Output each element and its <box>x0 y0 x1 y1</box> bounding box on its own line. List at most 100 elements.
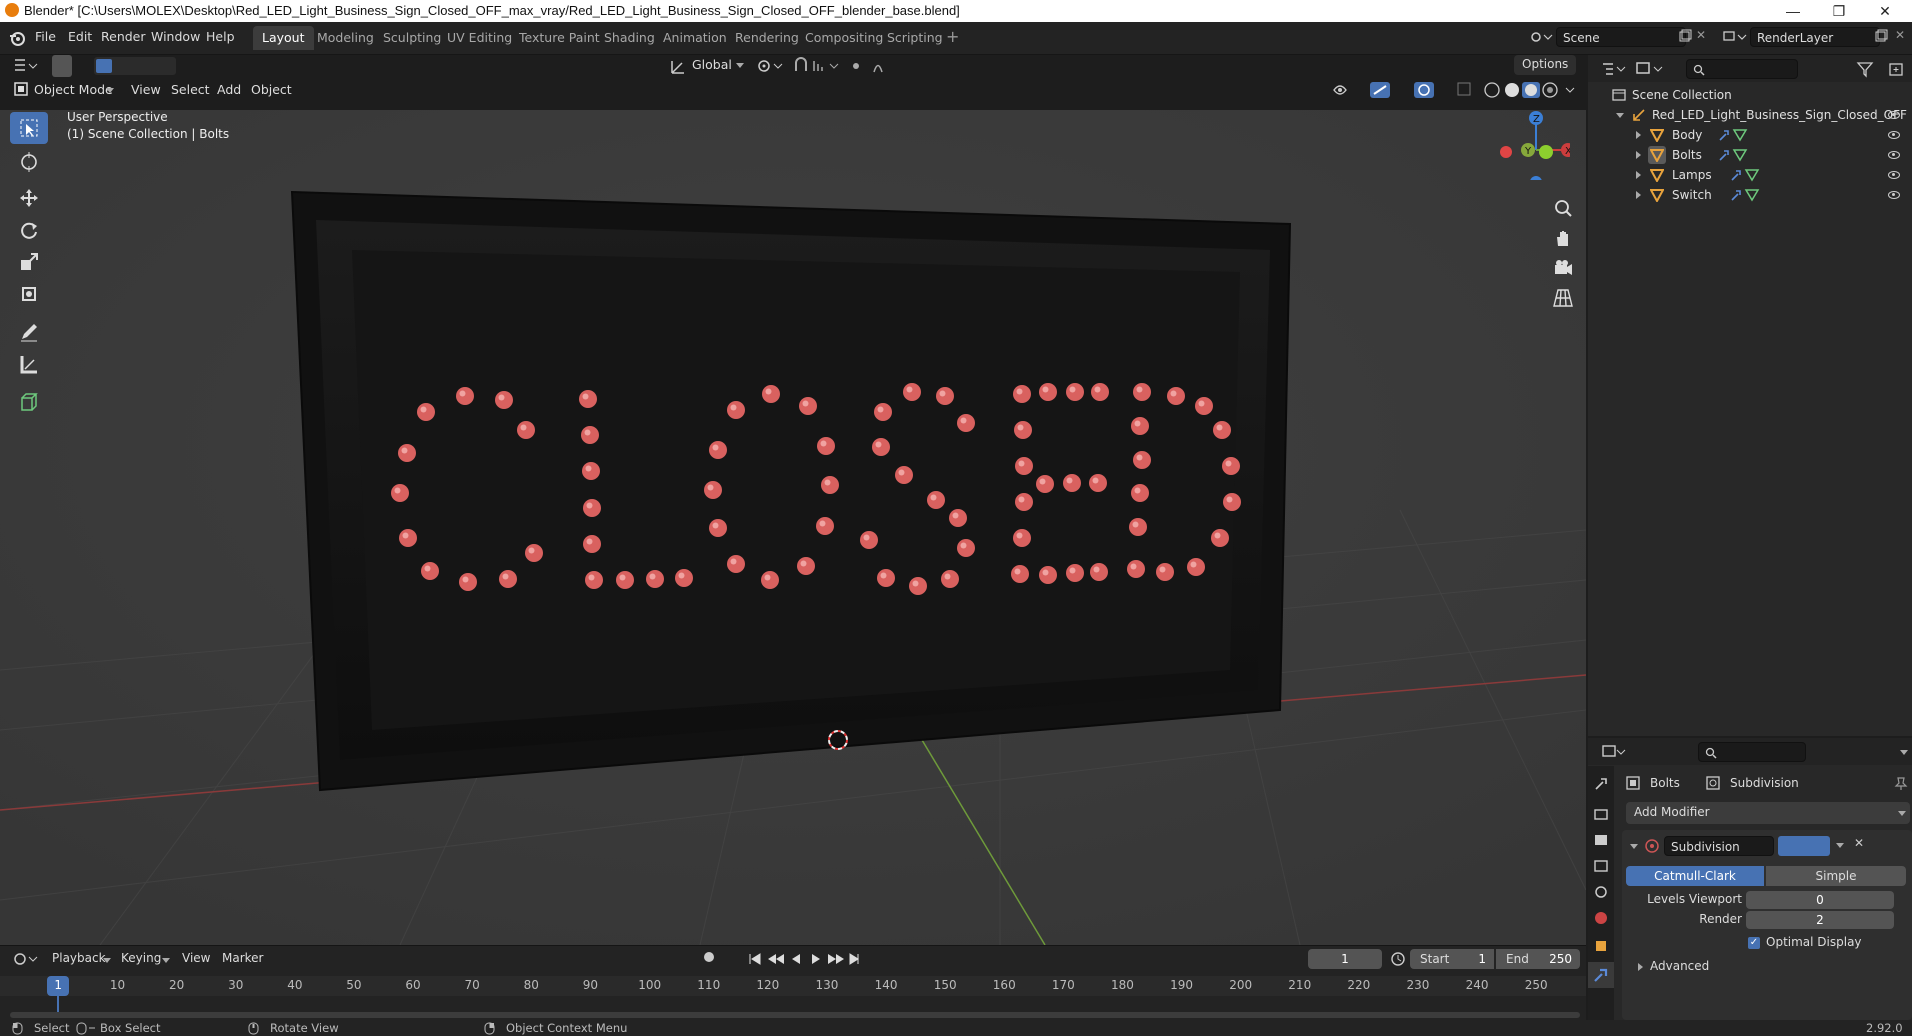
editor-type-icon[interactable] <box>12 57 38 75</box>
expand-arrow-icon[interactable] <box>1636 171 1641 179</box>
catmull-clark-button[interactable]: Catmull-Clark <box>1626 866 1764 886</box>
playback-menu[interactable]: Playback <box>52 951 106 965</box>
proportional-editing-icon[interactable] <box>848 57 898 75</box>
tab-texture-paint[interactable]: Texture Paint <box>510 26 609 50</box>
zoom-icon[interactable] <box>1553 198 1573 218</box>
display-mode-icon[interactable] <box>1634 60 1664 78</box>
add-workspace-icon[interactable]: + <box>946 27 959 46</box>
transform-tool[interactable] <box>10 278 48 310</box>
view-layer-browse-icon[interactable] <box>1722 28 1748 46</box>
current-frame-field[interactable]: 1 <box>1308 949 1382 969</box>
playback-controls[interactable] <box>746 950 862 968</box>
measure-tool[interactable] <box>10 348 48 380</box>
menu-help[interactable]: Help <box>206 29 235 44</box>
maximize-button[interactable]: ❐ <box>1816 0 1862 22</box>
timeline-scrollbar[interactable] <box>10 1012 1580 1018</box>
pan-hand-icon[interactable] <box>1553 228 1573 248</box>
end-frame-field[interactable]: End 250 <box>1496 949 1580 969</box>
scene-name-field[interactable]: Scene <box>1556 27 1686 47</box>
simple-button[interactable]: Simple <box>1766 866 1906 886</box>
object-tab-icon[interactable] <box>1593 938 1609 954</box>
modifier-name-field[interactable]: Subdivision <box>1664 836 1774 856</box>
object-menu[interactable]: Object <box>251 80 292 100</box>
start-frame-field[interactable]: Start 1 <box>1410 949 1494 969</box>
view-layer-tab-icon[interactable] <box>1593 858 1609 874</box>
new-view-layer-icon[interactable] <box>1874 29 1888 43</box>
render-levels-field[interactable]: 2 <box>1746 911 1894 929</box>
chevron-down-icon[interactable] <box>1836 843 1844 848</box>
outliner-editor-type-icon[interactable] <box>1600 60 1626 78</box>
new-scene-icon[interactable] <box>1678 29 1692 43</box>
advanced-section-label[interactable]: Advanced <box>1650 959 1709 973</box>
tab-layout[interactable]: Layout <box>253 26 314 50</box>
chevron-down-icon[interactable] <box>1900 750 1908 755</box>
output-tab-icon[interactable] <box>1593 832 1609 848</box>
outliner-row-collection[interactable]: Red_LED_Light_Business_Sign_Closed_OFF <box>1588 105 1912 125</box>
auto-keying-record-icon[interactable] <box>704 952 714 962</box>
tool-tab-icon[interactable] <box>1593 776 1609 792</box>
menu-file[interactable]: File <box>35 29 56 44</box>
collapse-arrow-icon[interactable] <box>1630 844 1638 849</box>
expand-arrow-icon[interactable] <box>1636 191 1641 199</box>
outliner-row-bolts[interactable]: Bolts <box>1588 145 1912 165</box>
perspective-grid-icon[interactable] <box>1553 288 1573 308</box>
navigation-gizmo[interactable]: Z X Y <box>1490 110 1570 180</box>
properties-search-input[interactable] <box>1698 742 1806 762</box>
add-menu[interactable]: Add <box>217 80 241 100</box>
remove-view-layer-icon[interactable]: ✕ <box>1895 28 1905 42</box>
tab-animation[interactable]: Animation <box>654 26 736 50</box>
timeline-ruler[interactable]: 1 10 20 30 40 50 60 70 80 90 100 110 120 130 140 150 160… <box>0 976 1586 996</box>
expand-arrow-icon[interactable] <box>1616 113 1624 118</box>
visibility-eye-icon[interactable] <box>1888 151 1900 159</box>
delete-modifier-icon[interactable]: ✕ <box>1854 836 1864 850</box>
tab-modeling[interactable]: Modeling <box>308 26 383 50</box>
tab-scripting[interactable]: Scripting <box>878 26 952 50</box>
blender-menu-icon[interactable] <box>8 29 26 47</box>
timeline-editor-type-icon[interactable] <box>12 950 38 968</box>
close-window-button[interactable]: ✕ <box>1862 0 1908 22</box>
scene-browse-icon[interactable] <box>1528 28 1554 46</box>
menu-edit[interactable]: Edit <box>68 29 92 44</box>
remove-scene-icon[interactable]: ✕ <box>1696 28 1706 42</box>
world-tab-icon[interactable] <box>1593 910 1609 926</box>
add-cube-tool[interactable] <box>10 386 48 418</box>
modifier-tab[interactable] <box>1588 962 1614 988</box>
menu-render[interactable]: Render <box>101 29 146 44</box>
tool-select-mode-icon[interactable] <box>52 55 72 77</box>
expand-arrow-icon[interactable] <box>1636 151 1641 159</box>
keying-menu[interactable]: Keying <box>121 951 161 965</box>
outliner-search-input[interactable] <box>1686 59 1798 79</box>
pin-icon[interactable] <box>1894 776 1908 790</box>
cursor-tool[interactable] <box>10 146 48 178</box>
levels-viewport-field[interactable]: 0 <box>1746 891 1894 909</box>
move-tool[interactable] <box>10 182 48 214</box>
expand-arrow-icon[interactable] <box>1636 131 1641 139</box>
outliner-row-switch[interactable]: Switch <box>1588 185 1912 205</box>
outliner-row-body[interactable]: Body <box>1588 125 1912 145</box>
modifier-visibility-toggles[interactable] <box>1778 836 1830 856</box>
visibility-eye-icon[interactable] <box>1888 111 1900 119</box>
visibility-eye-icon[interactable] <box>1888 131 1900 139</box>
selection-mode-buttons[interactable] <box>94 57 176 75</box>
minimize-button[interactable]: — <box>1770 0 1816 22</box>
render-tab-icon[interactable] <box>1593 806 1609 822</box>
expand-arrow-icon[interactable] <box>1638 963 1643 971</box>
marker-menu[interactable]: Marker <box>222 951 263 965</box>
outliner-row-lamps[interactable]: Lamps <box>1588 165 1912 185</box>
annotate-tool[interactable] <box>10 316 48 348</box>
scene-tab-icon[interactable] <box>1593 884 1609 900</box>
rotate-tool[interactable] <box>10 214 48 246</box>
outliner-row-scene-collection[interactable]: Scene Collection <box>1588 85 1912 105</box>
view-menu[interactable]: View <box>131 80 161 100</box>
new-collection-icon[interactable] <box>1888 60 1906 78</box>
pivot-point-icon[interactable] <box>756 57 784 75</box>
properties-editor-type-icon[interactable] <box>1600 743 1626 761</box>
select-menu[interactable]: Select <box>171 80 210 100</box>
transform-orientation-dropdown[interactable]: Global <box>692 55 732 75</box>
viewport-shading-controls[interactable] <box>1330 79 1586 101</box>
camera-view-icon[interactable] <box>1553 258 1573 278</box>
3d-viewport[interactable]: User Perspective (1) Scene Collection | … <box>0 110 1586 945</box>
optimal-display-checkbox[interactable]: ✓ <box>1748 937 1760 949</box>
scale-tool[interactable] <box>10 246 48 278</box>
options-dropdown[interactable]: Options <box>1514 55 1576 75</box>
